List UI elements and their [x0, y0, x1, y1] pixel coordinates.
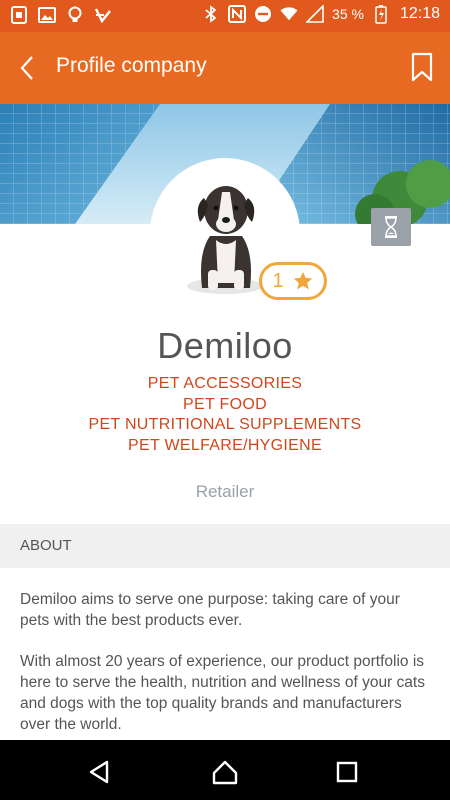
- bookmark-button[interactable]: [410, 52, 434, 82]
- nav-home-button[interactable]: [211, 758, 239, 786]
- bluetooth-icon: [202, 5, 220, 23]
- square-recents-icon: [336, 761, 358, 783]
- nav-recents-button[interactable]: [333, 758, 361, 786]
- triangle-back-icon: [89, 760, 109, 784]
- pending-status-button[interactable]: [371, 208, 411, 246]
- about-paragraph: With almost 20 years of experience, our …: [20, 653, 425, 733]
- about-section-header: ABOUT: [0, 524, 450, 568]
- star-icon: [293, 271, 312, 290]
- sim-icon: [10, 6, 28, 24]
- app-bar: Profile company: [0, 32, 450, 104]
- nav-back-button[interactable]: [86, 758, 114, 786]
- hourglass-icon: [385, 216, 397, 238]
- nfc-icon: [228, 5, 247, 23]
- wifi-icon: [280, 5, 298, 23]
- check-icon: [94, 6, 112, 24]
- clock: 12:18: [399, 5, 440, 22]
- rating-value: 1: [272, 269, 284, 292]
- about-text: Demiloo aims to serve one purpose: takin…: [20, 589, 432, 755]
- status-left-icons: [10, 6, 112, 24]
- system-nav-bar: [0, 740, 450, 800]
- bookmark-icon: [411, 52, 433, 82]
- image-icon: [38, 6, 56, 24]
- category-list: PET ACCESSORIES PET FOOD PET NUTRITIONAL…: [0, 374, 450, 456]
- category-item: PET WELFARE/HYGIENE: [128, 436, 322, 454]
- category-item: PET FOOD: [183, 395, 267, 413]
- about-paragraph: Demiloo aims to serve one purpose: takin…: [20, 591, 400, 629]
- rating-badge[interactable]: 1: [259, 262, 327, 300]
- category-item: PET ACCESSORIES: [147, 375, 303, 392]
- category-item: PET NUTRITIONAL SUPPLEMENTS: [88, 416, 362, 433]
- lightbulb-icon: [66, 6, 84, 24]
- battery-icon: [372, 5, 390, 24]
- back-button[interactable]: [14, 54, 42, 82]
- status-bar: 35 % 12:18: [0, 0, 450, 32]
- signal-icon: [306, 5, 324, 23]
- status-right-icons: 35 % 12:18: [202, 5, 440, 24]
- company-name: Demiloo: [157, 325, 293, 366]
- dnd-icon: [254, 5, 272, 23]
- company-type: Retailer: [195, 482, 255, 501]
- battery-text: 35 %: [332, 6, 364, 22]
- page-title: Profile company: [56, 54, 207, 77]
- home-icon: [212, 760, 238, 785]
- chevron-left-icon: [20, 56, 33, 80]
